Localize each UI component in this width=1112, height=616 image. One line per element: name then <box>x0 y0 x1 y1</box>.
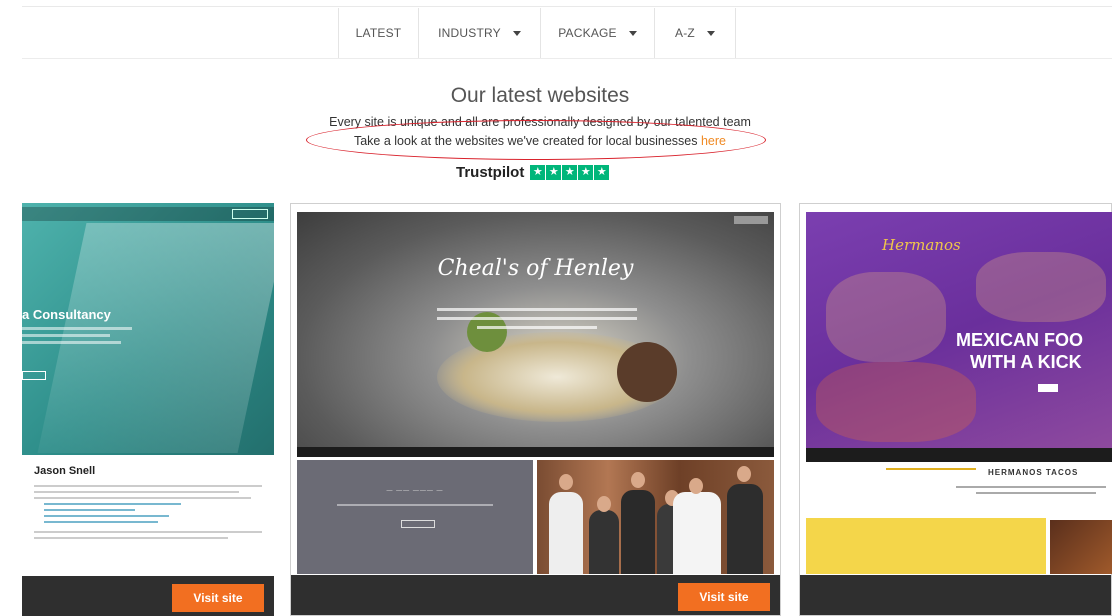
red-circle-annotation <box>306 120 766 160</box>
filter-a-z[interactable]: A-Z <box>654 8 736 58</box>
food-image <box>1050 520 1112 574</box>
site-text-lines <box>22 327 132 348</box>
star-icon: ★ <box>578 164 594 180</box>
filter-label: INDUSTRY <box>438 26 501 40</box>
site-heading: a Consultancy <box>22 307 111 322</box>
dish-garnish <box>617 342 677 402</box>
site-nav-button <box>232 209 268 219</box>
chevron-down-icon <box>512 30 521 36</box>
card-footer <box>800 575 1111 615</box>
filter-latest[interactable]: LATEST <box>338 8 418 58</box>
top-divider <box>22 6 1112 7</box>
site-body-name: Jason Snell <box>34 465 96 477</box>
filter-label: LATEST <box>355 26 402 40</box>
site-button <box>1038 384 1058 392</box>
website-card-hermanos[interactable]: Hermanos MEXICAN FOO WITH A KICK HERMANO… <box>799 203 1112 616</box>
site-contact-bar <box>297 447 774 457</box>
trustpilot-label: Trustpilot <box>456 163 525 181</box>
page-title: Our latest websites <box>450 84 630 107</box>
website-card-consultancy[interactable]: a Consultancy Jason Snell Visit site <box>22 203 274 616</box>
site-body: Jason Snell <box>22 455 274 576</box>
trustpilot-badge[interactable]: Trustpilot ★ ★ ★ ★ ★ <box>456 162 610 182</box>
team-heading-line: — —— ——— — <box>386 488 444 494</box>
site-nav-button <box>734 216 768 224</box>
site-screenshot: a Consultancy <box>22 203 274 455</box>
filter-bar: LATEST INDUSTRY PACKAGE A-Z <box>338 8 736 58</box>
star-icon: ★ <box>594 164 610 180</box>
star-icon: ★ <box>546 164 562 180</box>
site-body-name: HERMANOS TACOS <box>988 468 1079 477</box>
visit-site-button[interactable]: Visit site <box>172 584 264 612</box>
site-heading-line-2: WITH A KICK <box>970 352 1082 372</box>
site-button <box>22 371 46 380</box>
star-icon: ★ <box>562 164 578 180</box>
chevron-down-icon <box>628 30 637 36</box>
card-footer: Visit site <box>291 575 780 615</box>
filter-divider <box>22 58 1112 59</box>
filter-package[interactable]: PACKAGE <box>540 8 654 58</box>
team-photo <box>537 460 774 574</box>
site-body: HERMANOS TACOS <box>806 462 1112 574</box>
team-button <box>401 520 435 528</box>
trustpilot-stars: ★ ★ ★ ★ ★ <box>530 164 610 180</box>
filter-label: A-Z <box>675 26 695 40</box>
site-heading: Cheal's of Henley <box>437 256 634 281</box>
site-text-lines <box>437 308 637 335</box>
site-logo: Hermanos <box>882 236 961 254</box>
visit-site-button[interactable]: Visit site <box>678 583 770 611</box>
site-heading-line-1: MEXICAN FOO <box>956 330 1084 350</box>
filter-label: PACKAGE <box>558 26 617 40</box>
team-section: — —— ——— — <box>297 460 533 574</box>
site-screenshot: Hermanos MEXICAN FOO WITH A KICK <box>806 212 1112 448</box>
filter-industry[interactable]: INDUSTRY <box>418 8 540 58</box>
chevron-down-icon <box>706 30 715 36</box>
site-social-bar <box>806 448 1112 462</box>
star-icon: ★ <box>530 164 546 180</box>
site-yellow-panel <box>806 518 1046 574</box>
website-card-cheals[interactable]: Cheal's of Henley — —— ——— — Visit site <box>290 203 781 616</box>
site-screenshot: Cheal's of Henley <box>297 212 774 455</box>
card-footer: Visit site <box>22 576 274 616</box>
